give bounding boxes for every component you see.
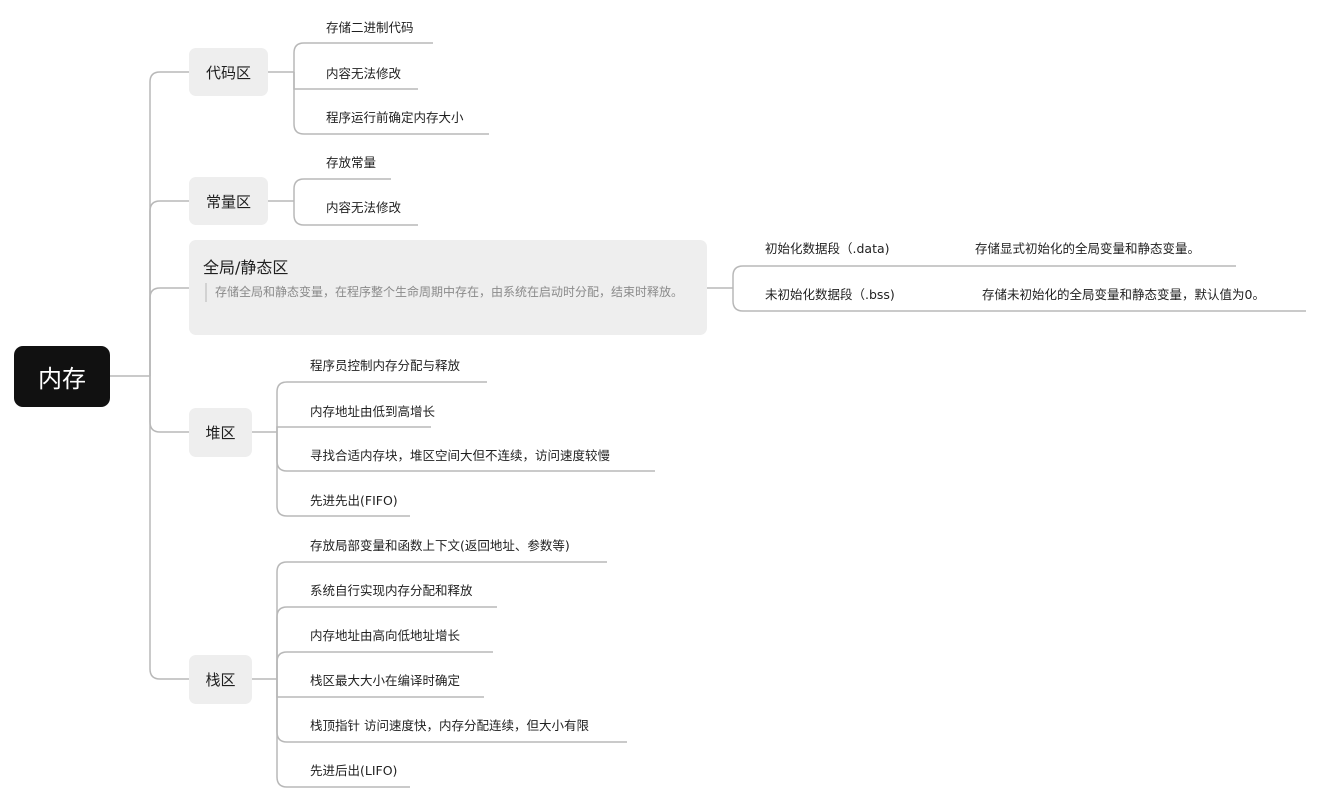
global-sub-data-segment[interactable]: 初始化数据段（.data) <box>765 238 890 257</box>
branch-global-note: 存储全局和静态变量，在程序整个生命周期中存在，由系统在启动时分配，结束时释放。 <box>205 283 705 302</box>
connector-root-global <box>149 287 189 376</box>
global-sub-bss-segment[interactable]: 未初始化数据段（.bss) <box>765 284 895 303</box>
branch-const-label: 常量区 <box>205 192 251 211</box>
const-item-read-only[interactable]: 内容无法修改 <box>326 197 401 216</box>
heap-item-noncontiguous[interactable]: 寻找合适内存块，堆区空间大但不连续，访问速度较慢 <box>310 445 610 464</box>
stack-item-locals[interactable]: 存放局部变量和函数上下文(返回地址、参数等) <box>310 535 570 554</box>
branch-heap-area[interactable]: 堆区 <box>189 408 252 457</box>
branch-const-area[interactable]: 常量区 <box>189 177 268 225</box>
stack-item-lifo[interactable]: 先进后出(LIFO) <box>310 760 397 779</box>
connector-heap-item2 <box>276 426 431 432</box>
code-item-size-fixed[interactable]: 程序运行前确定内存大小 <box>326 107 464 126</box>
branch-global-label: 全局/静态区 <box>203 258 289 277</box>
connector-root-heap <box>149 376 189 433</box>
heap-item-grows-up[interactable]: 内存地址由低到高增长 <box>310 401 435 420</box>
heap-item-fifo[interactable]: 先进先出(FIFO) <box>310 490 398 509</box>
root-node[interactable]: 内存 <box>14 346 110 407</box>
stack-item-grows-down[interactable]: 内存地址由高向低地址增长 <box>310 625 460 644</box>
branch-stack-label: 栈区 <box>205 671 236 689</box>
code-item-read-only[interactable]: 内容无法修改 <box>326 63 401 82</box>
stack-item-auto-alloc[interactable]: 系统自行实现内存分配和释放 <box>310 580 473 599</box>
connector-root-stack <box>149 376 189 680</box>
global-sub-bss-desc[interactable]: 存储未初始化的全局变量和静态变量，默认值为0。 <box>982 284 1265 303</box>
global-sub-data-desc[interactable]: 存储显式初始化的全局变量和静态变量。 <box>975 238 1200 257</box>
branch-heap-label: 堆区 <box>205 424 236 442</box>
const-item-store-constants[interactable]: 存放常量 <box>326 152 376 171</box>
connector-root-code <box>149 71 189 376</box>
heap-item-manual-alloc[interactable]: 程序员控制内存分配与释放 <box>310 355 460 374</box>
root-label: 内存 <box>38 365 86 393</box>
stack-item-compile-size[interactable]: 栈区最大大小在编译时确定 <box>310 670 460 689</box>
branch-code-area[interactable]: 代码区 <box>189 48 268 96</box>
code-item-store-binary[interactable]: 存储二进制代码 <box>326 17 414 36</box>
stack-item-fast-contiguous[interactable]: 栈顶指针 访问速度快，内存分配连续，但大小有限 <box>310 715 589 734</box>
mind-map: 内存 代码区 存储二进制代码 内容无法修改 程序运行前确定内存大小 常量区 存放… <box>0 0 1320 798</box>
branch-code-label: 代码区 <box>205 63 251 82</box>
branch-global-static-area[interactable]: 全局/静态区 存储全局和静态变量，在程序整个生命周期中存在，由系统在启动时分配，… <box>189 240 707 335</box>
branch-stack-area[interactable]: 栈区 <box>189 655 252 704</box>
